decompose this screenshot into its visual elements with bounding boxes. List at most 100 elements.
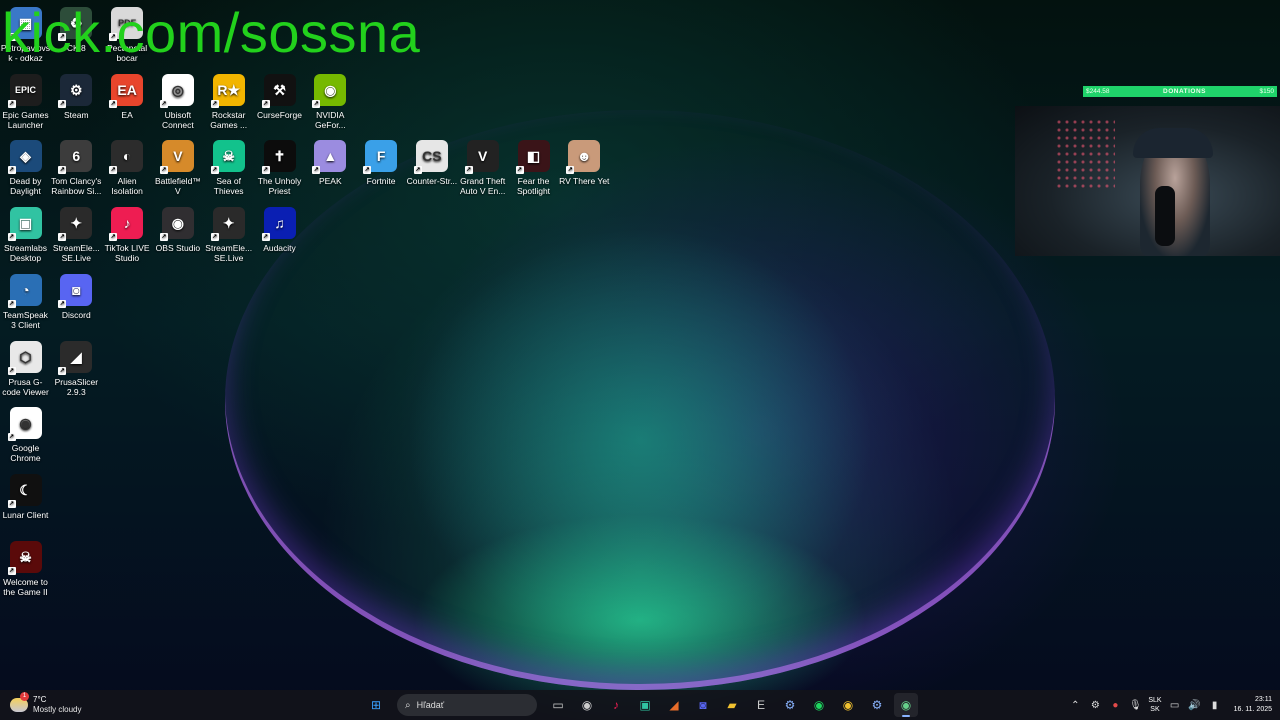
- desktop-icon-battlefield[interactable]: V ↗ Battlefield™ V: [152, 140, 203, 196]
- desktop-icon-alien[interactable]: ◐ ↗ Alien Isolation: [102, 140, 153, 196]
- desktop-icon-sea-of-thieves[interactable]: ☠ ↗ Sea of Thieves: [203, 140, 254, 196]
- taskbar-start-button[interactable]: ⊞: [364, 693, 388, 717]
- desktop-icon-fear-spotlight[interactable]: ◧ ↗ Fear the Spotlight: [508, 140, 559, 196]
- taskbar-epic[interactable]: E: [749, 693, 773, 717]
- weather-widget[interactable]: 1 7°C Mostly cloudy: [10, 692, 81, 717]
- notification-badge: 1: [20, 692, 29, 701]
- taskbar-prusaslicer[interactable]: ◢: [662, 693, 686, 717]
- icon-streamelements-2: ✦ ↗: [210, 207, 245, 242]
- desktop-icon-fortnite[interactable]: F ↗ Fortnite: [356, 140, 407, 186]
- icon-peak: ▲ ↗: [312, 140, 347, 175]
- taskbar-task-view[interactable]: ▭: [546, 693, 570, 717]
- shortcut-arrow-icon: ↗: [109, 166, 118, 175]
- desktop-icon-gta5[interactable]: V ↗ Grand Theft Auto V En...: [457, 140, 508, 196]
- desktop-icon-chrome[interactable]: ◉ ↗ Google Chrome: [0, 407, 51, 463]
- shortcut-arrow-icon: ↗: [312, 99, 321, 108]
- desktop-icon-dbd[interactable]: ◈ ↗ Dead by Daylight: [0, 140, 51, 196]
- taskbar-discord[interactable]: ◙: [691, 693, 715, 717]
- network-icon[interactable]: ▭: [1168, 700, 1182, 711]
- language-indicator[interactable]: SLK SK: [1148, 696, 1161, 714]
- search-icon: ⌕: [405, 699, 411, 711]
- taskbar-obs[interactable]: ◉: [575, 693, 599, 717]
- desktop-icon-prusa-gcode[interactable]: ⬡ ↗ Prusa G-code Viewer: [0, 340, 51, 397]
- icon-streamlabs: ▣ ↗: [7, 207, 42, 242]
- donations-title: DONATIONS: [1163, 88, 1207, 95]
- desktop-icon-tiktok-live[interactable]: ♪ ↗ TikTok LIVE Studio: [102, 207, 153, 263]
- webcam-background-lights: [1055, 118, 1115, 188]
- shortcut-arrow-icon: ↗: [363, 166, 372, 175]
- desktop-icon-ea[interactable]: EA ↗ EA: [102, 73, 153, 120]
- icon-teamspeak: ◔ ↗: [7, 273, 42, 308]
- desktop-icon-peak[interactable]: ▲ ↗ PEAK: [305, 140, 356, 186]
- desktop-icon-label: Dead by Daylight: [9, 176, 42, 197]
- taskbar-chrome-active[interactable]: ◉: [894, 693, 918, 717]
- desktop-icon-label: Audacity: [263, 243, 296, 254]
- desktop-icon-teamspeak[interactable]: ◔ ↗ TeamSpeak 3 Client: [0, 273, 51, 330]
- desktop-icon-counter-strike[interactable]: CS ↗ Counter-Str...: [406, 140, 457, 186]
- desktop-icon-nvidia[interactable]: ◉ ↗ NVIDIA GeFor...: [305, 73, 356, 130]
- taskbar-tiktok[interactable]: ♪: [604, 693, 628, 717]
- taskbar-search-box[interactable]: ⌕ Hľadať: [397, 694, 537, 716]
- desktop-icon-steam[interactable]: ⚙ ↗ Steam: [51, 73, 102, 120]
- taskbar-streamlabs[interactable]: ▣: [633, 693, 657, 717]
- keyboard-layout: SK: [1150, 706, 1160, 713]
- desktop-icon-unholy-priest[interactable]: ✝ ↗ The Unholy Priest: [254, 140, 305, 196]
- icon-nvidia: ◉ ↗: [312, 73, 347, 108]
- desktop-icon-lunar[interactable]: ☾ ↗ Lunar Client: [0, 473, 51, 520]
- shortcut-arrow-icon: ↗: [58, 166, 67, 175]
- desktop-icon-label: NVIDIA GeFor...: [314, 109, 346, 130]
- icon-prusa-gcode: ⬡ ↗: [7, 340, 42, 375]
- shortcut-arrow-icon: ↗: [159, 233, 168, 242]
- chevron-up-icon[interactable]: ⌃: [1068, 700, 1082, 711]
- shortcut-arrow-icon: ↗: [7, 566, 16, 575]
- clock-date: 16. 11. 2025: [1233, 706, 1272, 713]
- shortcut-arrow-icon: ↗: [109, 233, 118, 242]
- desktop-icon-streamelements-2[interactable]: ✦ ↗ StreamEle... SE.Live: [203, 207, 254, 263]
- taskbar-steam-2[interactable]: ⚙: [865, 693, 889, 717]
- desktop-icon-curseforge[interactable]: ⚒ ↗ CurseForge: [254, 73, 305, 120]
- desktop-icon-label: Battlefield™ V: [154, 176, 201, 197]
- desktop-icon-label: Steam: [64, 109, 89, 120]
- microphone-icon[interactable]: 🎙: [1128, 700, 1142, 711]
- icon-tiktok-live: ♪ ↗: [109, 207, 144, 242]
- desktop-icon-streamelements-1[interactable]: ✦ ↗ StreamEle... SE.Live: [51, 207, 102, 263]
- taskbar-file-explorer[interactable]: ▰: [720, 693, 744, 717]
- desktop-icon-welcome-game[interactable]: ☠ ↗ Welcome to the Game II: [0, 540, 51, 597]
- clock[interactable]: 23:11 16. 11. 2025: [1234, 695, 1272, 715]
- desktop-icon-ubisoft[interactable]: ◎ ↗ Ubisoft Connect: [152, 73, 203, 130]
- desktop-icon-label: TikTok LIVE Studio: [104, 243, 150, 264]
- shortcut-arrow-icon: ↗: [7, 233, 16, 242]
- desktop-icon-rainbow-six[interactable]: 6 ↗ Tom Clancy's Rainbow Si...: [51, 140, 102, 196]
- desktop-icon-label: TeamSpeak 3 Client: [3, 309, 48, 330]
- desktop-icon-epic-games[interactable]: EPIC ↗ Epic Games Launcher: [0, 73, 51, 130]
- steam-tray-icon[interactable]: ⚙: [1088, 700, 1102, 711]
- battery-icon[interactable]: ▮: [1208, 700, 1222, 711]
- icon-fortnite: F ↗: [363, 140, 398, 175]
- desktop-icon-obs[interactable]: ◉ ↗ OBS Studio: [152, 207, 203, 253]
- volume-icon[interactable]: 🔊: [1188, 700, 1202, 711]
- desktop-icon-label: EA: [121, 109, 133, 120]
- desktop-icon-label: StreamEle... SE.Live: [52, 243, 100, 264]
- desktop-icon-area: ▦ ↗ Petropavlovsk - odkaz ♻ ↗ CK 8 PDF ↗ Pectope…: [0, 0, 620, 690]
- icon-curseforge: ⚒ ↗: [261, 73, 296, 108]
- desktop-icon-label: Lunar Client: [2, 509, 49, 520]
- desktop-icon-streamlabs[interactable]: ▣ ↗ Streamlabs Desktop: [0, 207, 51, 263]
- taskbar-spotify[interactable]: ◉: [807, 693, 831, 717]
- desktop-icon-prusaslicer[interactable]: ◢ ↗ PrusaSlicer 2.9.3: [51, 340, 102, 397]
- taskbar-steam[interactable]: ⚙: [778, 693, 802, 717]
- desktop-icon-label: Tom Clancy's Rainbow Si...: [51, 176, 102, 197]
- desktop-icon-audacity[interactable]: ♫ ↗ Audacity: [254, 207, 305, 253]
- shortcut-arrow-icon: ↗: [7, 166, 16, 175]
- donations-bar: $244.58 DONATIONS $150: [1083, 86, 1277, 97]
- shortcut-arrow-icon: ↗: [7, 366, 16, 375]
- shortcut-arrow-icon: ↗: [7, 99, 16, 108]
- icon-ubisoft: ◎ ↗: [159, 73, 194, 108]
- shortcut-arrow-icon: ↗: [261, 99, 270, 108]
- desktop-icon-rv-there-yet[interactable]: ☻ ↗ RV There Yet: [559, 140, 610, 186]
- record-tray-icon[interactable]: ●: [1108, 700, 1122, 711]
- icon-gta5: V ↗: [464, 140, 499, 175]
- icon-chrome: ◉ ↗: [7, 407, 42, 442]
- desktop-icon-rockstar[interactable]: R★ ↗ Rockstar Games ...: [203, 73, 254, 130]
- desktop-icon-discord[interactable]: ◙ ↗ Discord: [51, 273, 102, 320]
- taskbar-chrome[interactable]: ◉: [836, 693, 860, 717]
